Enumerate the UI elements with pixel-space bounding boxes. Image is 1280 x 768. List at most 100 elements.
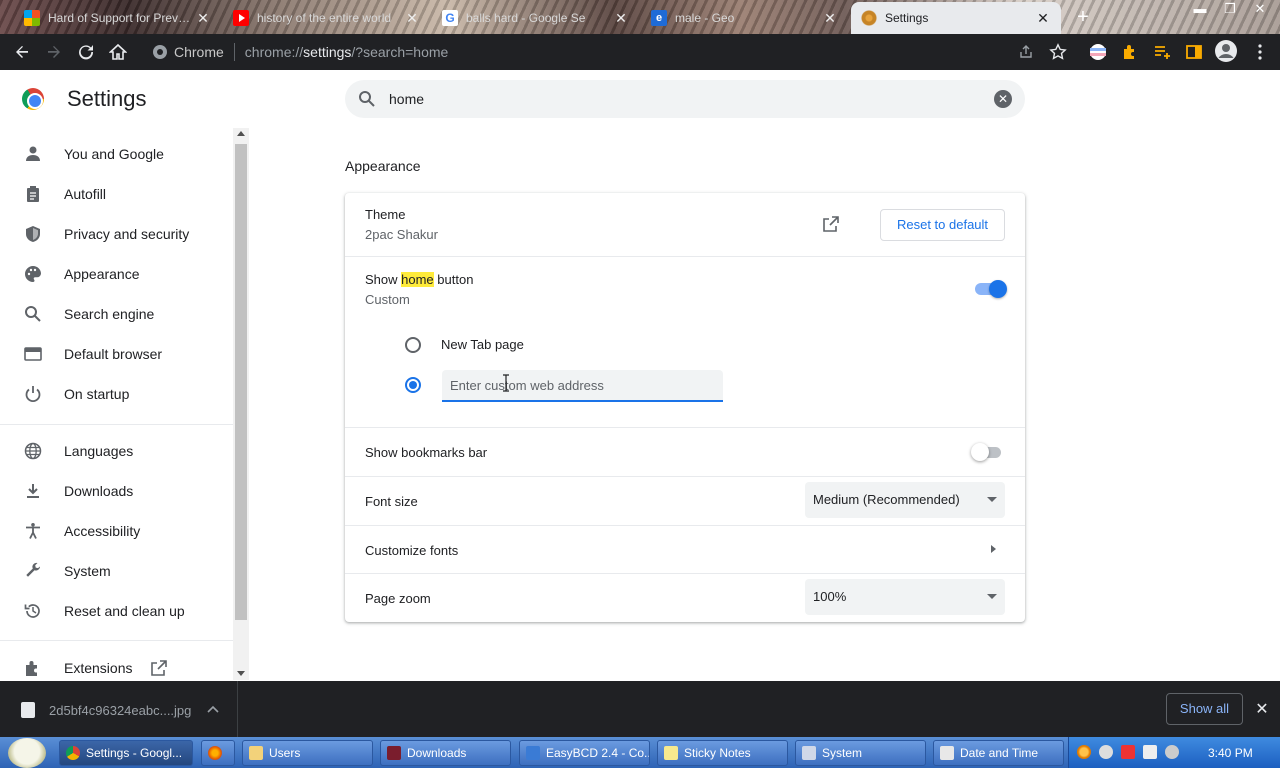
site-chip-label: Chrome: [174, 44, 224, 60]
side-panel-icon[interactable]: [1184, 42, 1204, 62]
theme-value: 2pac Shakur: [365, 227, 438, 242]
taskbar-item-downloads[interactable]: Downloads: [380, 740, 511, 766]
row-divider: [345, 427, 1025, 428]
sidebar-item-accessibility[interactable]: Accessibility: [0, 511, 233, 551]
taskbar-item-system[interactable]: System: [795, 740, 926, 766]
home-button-label: Show home button: [365, 272, 473, 287]
font-size-select[interactable]: Medium (Recommended): [805, 482, 1005, 518]
search-tray-icon[interactable]: [1077, 745, 1091, 759]
dropdown-arrow-icon: [987, 497, 997, 502]
close-shelf-icon[interactable]: ✕: [1254, 699, 1270, 719]
sidebar-item-autofill[interactable]: Autofill: [0, 174, 233, 214]
taskbar-item-sticky-notes[interactable]: Sticky Notes: [657, 740, 788, 766]
new-tab-button[interactable]: +: [1072, 6, 1094, 28]
new-tab-page-label: New Tab page: [441, 337, 524, 352]
taskbar-item-firefox[interactable]: [201, 740, 235, 766]
tab-close-icon[interactable]: ✕: [195, 10, 211, 27]
home-button-toggle[interactable]: [975, 280, 1007, 298]
reset-theme-button[interactable]: Reset to default: [880, 209, 1005, 241]
sidebar-item-label: Downloads: [64, 483, 134, 499]
new-tab-page-radio[interactable]: [405, 337, 421, 353]
theme-label: Theme: [365, 207, 406, 222]
tab-title: balls hard - Google Se: [466, 11, 586, 25]
tab-settings[interactable]: Settings ✕: [851, 2, 1061, 34]
taskbar-item-users[interactable]: Users: [242, 740, 373, 766]
page-zoom-label: Page zoom: [365, 591, 431, 606]
taskbar-clock[interactable]: 3:40 PM: [1208, 746, 1253, 760]
tab-close-icon[interactable]: ✕: [822, 10, 838, 27]
search-input[interactable]: home: [389, 91, 424, 107]
tab-title: Settings: [885, 11, 929, 25]
sidebar-item-extensions[interactable]: Extensions: [0, 648, 233, 680]
chevron-right-icon[interactable]: [991, 545, 996, 553]
sidebar-item-downloads[interactable]: Downloads: [0, 471, 233, 511]
tab-hard-of-support[interactable]: Hard of Support for Previo... ✕: [14, 2, 221, 34]
sidebar-scrollbar[interactable]: [233, 128, 249, 680]
bookmark-star-icon[interactable]: [1048, 42, 1068, 62]
show-all-downloads-button[interactable]: Show all: [1166, 693, 1243, 725]
custom-address-radio[interactable]: [405, 377, 421, 393]
taskbar-item-easybcd[interactable]: EasyBCD 2.4 - Co...: [519, 740, 650, 766]
sidebar-item-languages[interactable]: Languages: [0, 431, 233, 471]
restore-icon[interactable]: ❐: [1216, 0, 1244, 18]
start-button[interactable]: [8, 738, 46, 768]
sidebar-item-you-and-google[interactable]: You and Google: [0, 134, 233, 174]
reload-button[interactable]: [70, 36, 102, 68]
custom-web-address-input[interactable]: [442, 370, 723, 402]
minus-circle-icon[interactable]: [1099, 745, 1113, 759]
tab-close-icon[interactable]: ✕: [1035, 10, 1051, 27]
taskbar-item-date-and-time[interactable]: Date and Time: [933, 740, 1064, 766]
wrench-icon: [24, 562, 42, 580]
chevron-up-icon[interactable]: [207, 705, 219, 713]
window-close-icon[interactable]: ✕: [1246, 0, 1274, 18]
profile-flag-icon[interactable]: [1088, 42, 1108, 62]
scroll-down-arrow-icon[interactable]: [237, 671, 245, 676]
back-button[interactable]: [6, 36, 38, 68]
sidebar-item-reset-and-clean-up[interactable]: Reset and clean up: [0, 591, 233, 631]
kebab-menu-icon[interactable]: [1250, 42, 1270, 62]
dropdown-arrow-icon: [987, 594, 997, 599]
google-icon: G: [442, 10, 458, 26]
scroll-up-arrow-icon[interactable]: [237, 131, 245, 136]
forward-button[interactable]: [38, 36, 70, 68]
sidebar-item-default-browser[interactable]: Default browser: [0, 334, 233, 374]
minimize-icon[interactable]: ▬: [1186, 0, 1214, 18]
sidebar-item-system[interactable]: System: [0, 551, 233, 591]
profile-avatar[interactable]: [1214, 39, 1238, 63]
site-chip[interactable]: Chrome: [142, 43, 235, 61]
sidebar-item-appearance[interactable]: Appearance: [0, 254, 233, 294]
page-zoom-select[interactable]: 100%: [805, 579, 1005, 615]
tab-title: history of the entire world: [257, 11, 392, 25]
tab-history-of-world[interactable]: history of the entire world ✕: [223, 2, 430, 34]
network-icon[interactable]: [1143, 745, 1157, 759]
bookmarks-bar-toggle[interactable]: [971, 443, 1003, 461]
sidebar-item-privacy-and-security[interactable]: Privacy and security: [0, 214, 233, 254]
extensions-puzzle-icon[interactable]: [1120, 42, 1140, 62]
tab-male-geo[interactable]: e male - Geo ✕: [641, 2, 848, 34]
tab-close-icon[interactable]: ✕: [404, 10, 420, 27]
folder-icon: [387, 746, 401, 760]
customize-fonts-label[interactable]: Customize fonts: [365, 543, 458, 558]
open-in-new-icon[interactable]: [822, 215, 840, 233]
search-icon: [359, 91, 375, 107]
sidebar-item-label: On startup: [64, 386, 130, 402]
tab-google-search[interactable]: G balls hard - Google Se ✕: [432, 2, 639, 34]
microsoft-icon: [24, 10, 40, 26]
download-file-name[interactable]: 2d5bf4c96324eabc....jpg: [49, 703, 191, 718]
settings-gear-icon: [861, 10, 877, 26]
home-button[interactable]: [102, 36, 134, 68]
volume-icon[interactable]: [1165, 745, 1179, 759]
settings-search-box[interactable]: home ✕: [345, 80, 1025, 118]
share-icon[interactable]: [1016, 42, 1036, 62]
reading-list-icon[interactable]: [1152, 42, 1172, 62]
clear-search-icon[interactable]: ✕: [994, 90, 1012, 108]
address-bar[interactable]: Chrome chrome:// settings /?search=home: [142, 38, 1077, 66]
scrollbar-thumb[interactable]: [235, 144, 247, 620]
tab-close-icon[interactable]: ✕: [613, 10, 629, 27]
palette-icon: [24, 265, 42, 283]
section-title: Appearance: [345, 158, 421, 174]
sidebar-item-on-startup[interactable]: On startup: [0, 374, 233, 414]
security-alert-icon[interactable]: [1121, 745, 1135, 759]
taskbar-item-chrome-settings[interactable]: Settings - Googl...: [59, 740, 193, 766]
sidebar-item-search-engine[interactable]: Search engine: [0, 294, 233, 334]
